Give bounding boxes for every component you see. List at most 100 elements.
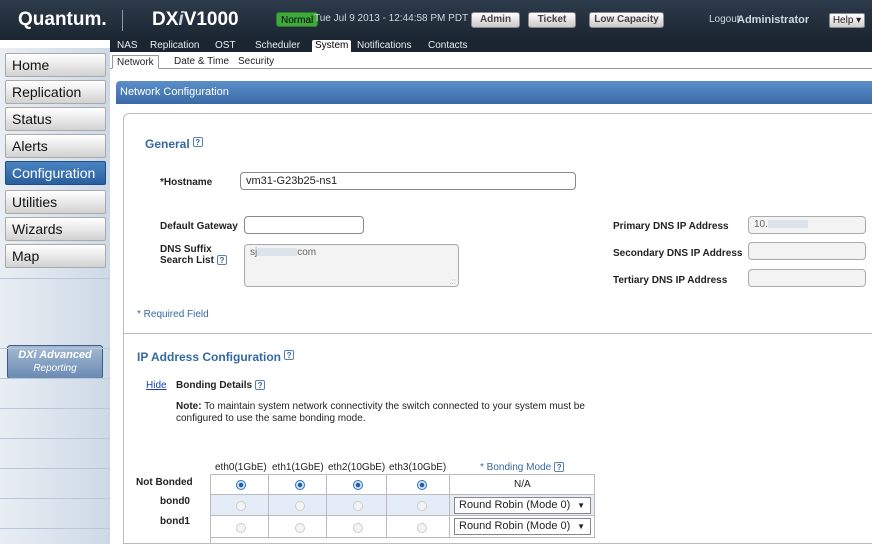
subtab-nas[interactable]: NAS [114,40,141,52]
column-header-eth2: eth2(10GbE) [328,462,386,473]
dns-suffix-label: DNS Suffix Search List? [160,244,227,266]
radio-bond0-eth3[interactable] [417,501,427,511]
current-user: Administrator [737,14,810,26]
sidebar-divider [0,468,110,469]
subtab-replication[interactable]: Replication [147,40,202,52]
tab-network[interactable]: Network [112,55,159,69]
dns-suffix-label-line1: DNS Suffix [160,244,212,255]
primary-dns-value: 10. [754,219,768,230]
subtab-ost[interactable]: OST [212,40,239,52]
help-icon[interactable]: ? [255,380,266,390]
sidebar-item-status[interactable]: Status [5,107,106,131]
section-divider [123,333,872,334]
dxi-advanced-reporting-button[interactable]: DXi Advanced Reporting [7,345,103,379]
tertiary-dns-input[interactable] [748,269,866,287]
radio-not-bonded-eth3[interactable] [417,480,427,490]
bonding-mode-title: * Bonding Mode [480,462,552,473]
ip-config-title: IP Address Configuration [137,350,282,364]
sidebar-divider [0,528,110,529]
product-prefix: DX [152,9,179,30]
row-label-not-bonded: Not Bonded [136,477,193,488]
secondary-dns-input[interactable] [748,242,866,260]
tab-date-time[interactable]: Date & Time [170,55,233,69]
gateway-label: Default Gateway [160,221,238,232]
radio-bond1-eth1[interactable] [295,523,305,533]
bond0-mode-select[interactable]: Round Robin (Mode 0) ▼ [454,497,591,514]
bonding-details-title: Bonding Details [176,380,253,391]
hide-bonding-link[interactable]: Hide [146,380,167,391]
bond1-mode-value: Round Robin (Mode 0) [459,520,571,532]
config-tabs: Network Date & Time Security [110,53,872,69]
radio-bond0-eth1[interactable] [295,501,305,511]
chevron-down-icon: ▼ [577,501,585,510]
radio-bond0-eth2[interactable] [353,501,363,511]
column-header-eth3: eth3(10GbE) [389,462,447,473]
help-icon[interactable]: ? [554,462,565,472]
admin-button[interactable]: Admin [471,12,520,28]
sidebar-item-utilities[interactable]: Utilities [5,190,106,214]
primary-dns-input[interactable]: 10. [748,216,866,234]
radio-bond0-eth0[interactable] [236,501,246,511]
help-menu-button[interactable]: Help ▾ [829,13,865,28]
column-header-eth1: eth1(1GbE) [272,462,324,473]
top-header: Quantum. DXiV1000 Normal Tue Jul 9 2013 … [0,0,872,40]
subtab-notifications[interactable]: Notifications [354,40,414,52]
sidebar-divider [0,348,110,349]
row-label-bond0: bond0 [160,496,190,507]
bond1-mode-select[interactable]: Round Robin (Mode 0) ▼ [454,518,591,535]
sidebar-item-wizards[interactable]: Wizards [5,217,106,241]
system-timestamp: Tue Jul 9 2013 - 12:44:58 PM PDT [314,13,469,24]
tab-security[interactable]: Security [234,55,278,69]
logout-link[interactable]: Logout [709,14,740,25]
bond0-mode-value: Round Robin (Mode 0) [459,499,571,511]
help-icon[interactable]: ? [192,137,203,147]
sidebar-item-map[interactable]: Map [5,244,106,268]
ticket-button[interactable]: Ticket [528,12,576,28]
bonding-mode-header: * Bonding Mode? [480,462,565,473]
radio-bond1-eth2[interactable] [353,523,363,533]
help-icon[interactable]: ? [284,350,295,360]
low-capacity-button[interactable]: Low Capacity [589,12,664,28]
dns-suffix-suffix: com [297,247,317,258]
sidebar-item-home[interactable]: Home [5,53,106,77]
subtab-bar: NAS Replication OST Scheduler System Not… [110,40,872,52]
sidebar-divider [0,278,110,279]
dxi-advanced-sub: Reporting [33,363,77,374]
radio-bond1-eth0[interactable] [236,523,246,533]
bonding-table: N/A Round Robin (Mode 0) ▼ Round Robin (M… [210,474,595,544]
general-title: General [145,137,190,151]
dns-suffix-textarea[interactable]: sj com.:: [244,244,459,287]
radio-not-bonded-eth2[interactable] [353,480,363,490]
radio-bond1-eth3[interactable] [417,523,427,533]
hostname-label: *Hostname [160,177,213,188]
bonding-note: Note: To maintain system network connect… [176,401,585,425]
bonding-details-label: Bonding Details? [176,380,266,391]
subtab-contacts[interactable]: Contacts [425,40,470,52]
note-line2: configured to use the same bonding mode. [176,413,366,424]
sidebar-item-configuration[interactable]: Configuration [5,161,106,185]
row-label-bond1: bond1 [160,516,190,527]
redacted-text [257,248,298,257]
sidebar: Home Replication Status Alerts Configura… [0,48,110,544]
sidebar-item-alerts[interactable]: Alerts [5,134,106,158]
chevron-down-icon: ▼ [577,522,585,531]
radio-not-bonded-eth1[interactable] [295,480,305,490]
primary-dns-label: Primary DNS IP Address [613,221,729,232]
subtab-system[interactable]: System [312,40,352,52]
subtab-scheduler[interactable]: Scheduler [252,40,303,52]
radio-not-bonded-eth0[interactable] [236,480,246,490]
sidebar-divider [0,438,110,439]
status-badge[interactable]: Normal [276,12,319,27]
redacted-text [767,220,808,229]
general-heading: General? [145,137,203,151]
gateway-input[interactable] [244,216,364,234]
help-icon[interactable]: ? [216,255,227,265]
note-label: Note: [176,401,202,412]
resize-grip-icon[interactable]: .:: [449,277,456,286]
hostname-input[interactable]: vm31-G23b25-ns1 [240,172,576,190]
sidebar-item-replication[interactable]: Replication [5,80,106,104]
sidebar-divider [0,498,110,499]
dns-suffix-prefix: sj [250,247,258,258]
product-name: DXiV1000 [152,9,239,31]
secondary-dns-label: Secondary DNS IP Address [613,248,743,259]
